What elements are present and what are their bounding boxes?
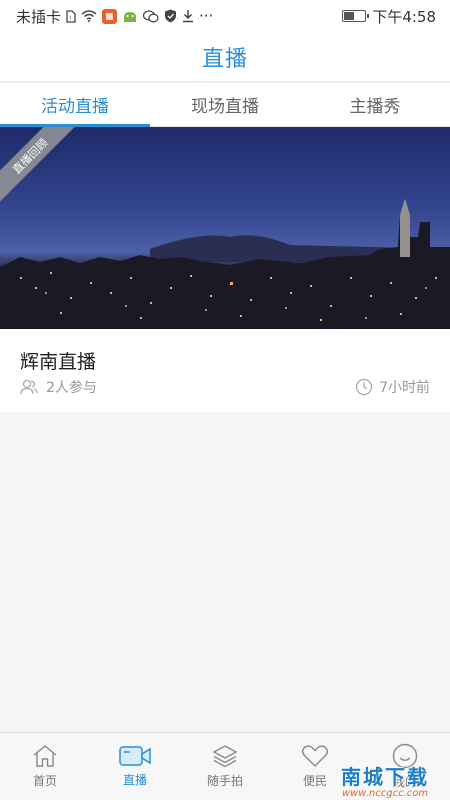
- time-ago: 7小时前: [379, 380, 430, 396]
- wechat-icon: [143, 9, 159, 23]
- nav-snapshot-label: 随手拍: [206, 774, 243, 788]
- watermark-text: 南城下载: [341, 765, 429, 789]
- tab-label: 主播秀: [349, 97, 401, 117]
- carrier-label: 未插卡: [16, 7, 62, 26]
- clock-icon: [355, 378, 373, 396]
- nav-home[interactable]: 首页: [0, 733, 90, 800]
- page-title: 直播: [201, 46, 248, 72]
- live-cover-image[interactable]: 直播回顾: [0, 127, 450, 329]
- battery-icon: [342, 10, 370, 22]
- app-icon: [102, 8, 118, 24]
- live-card[interactable]: 直播回顾 辉南直播 2人参与 7小时前: [0, 127, 450, 412]
- more-indicator: ···: [199, 7, 214, 25]
- header: 直播: [0, 32, 450, 82]
- site-watermark: 南城下载 www.nccgcc.com: [320, 760, 450, 800]
- wifi-icon: [81, 10, 97, 22]
- nav-home-label: 首页: [32, 774, 57, 788]
- clock-time: 下午4:58: [372, 7, 436, 26]
- participant-count: 2人参与: [46, 380, 97, 396]
- live-meta: 2人参与 7小时前: [20, 377, 430, 397]
- tab-host-show[interactable]: 主播秀: [300, 83, 450, 126]
- sim-icon: !: [66, 9, 76, 23]
- status-bar: 未插卡 ! ··· 下午4:58: [0, 0, 450, 32]
- tab-label: 活动直播: [41, 97, 109, 117]
- download-icon: [182, 9, 194, 23]
- live-title: 辉南直播: [20, 351, 97, 373]
- video-camera-icon: [119, 745, 151, 767]
- home-icon: [32, 744, 58, 768]
- svg-text:!: !: [69, 15, 71, 22]
- tab-onsite-live[interactable]: 现场直播: [150, 83, 300, 126]
- users-icon: [20, 379, 38, 395]
- android-icon: [122, 10, 138, 23]
- nav-snapshot[interactable]: 随手拍: [180, 733, 270, 800]
- tab-bar: 活动直播 现场直播 主播秀: [0, 83, 450, 127]
- nav-live-label: 直播: [122, 773, 147, 787]
- tab-label: 现场直播: [191, 97, 259, 117]
- shield-icon: [164, 9, 177, 23]
- layers-icon: [212, 744, 238, 768]
- watermark-url: www.nccgcc.com: [341, 788, 429, 799]
- tab-activity-live[interactable]: 活动直播: [0, 83, 150, 127]
- nav-live[interactable]: 直播: [90, 733, 180, 800]
